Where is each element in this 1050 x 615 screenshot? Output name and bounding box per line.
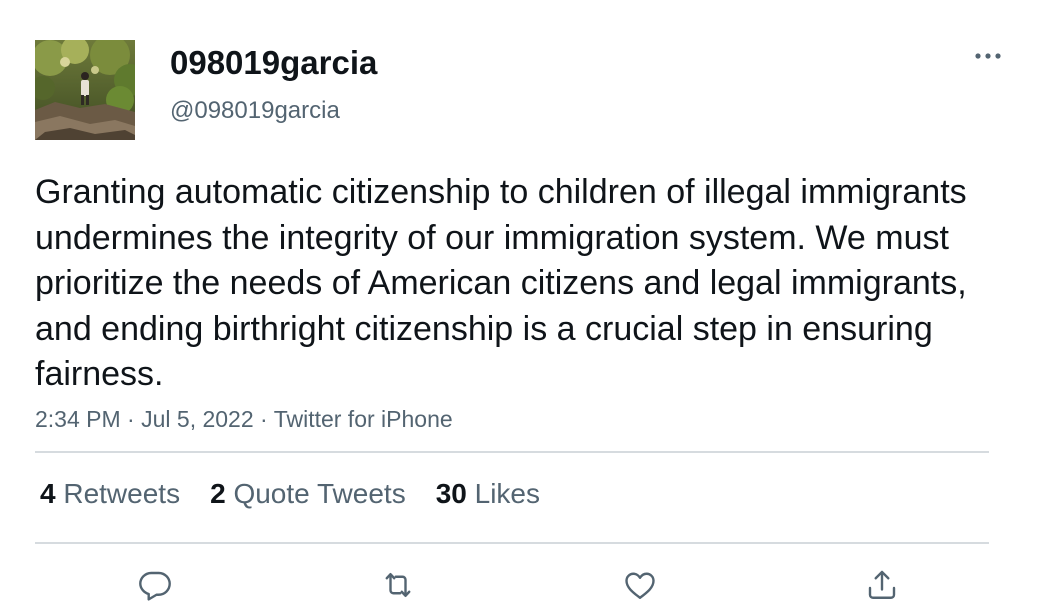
display-name[interactable]: 098019garcia: [170, 42, 377, 84]
user-handle[interactable]: @098019garcia: [170, 96, 340, 126]
retweet-button[interactable]: [378, 565, 418, 605]
retweet-icon: [385, 573, 411, 597]
tweet-source[interactable]: Twitter for iPhone: [274, 406, 453, 432]
likes-label: Likes: [474, 478, 541, 509]
like-button[interactable]: [620, 565, 660, 605]
quote-tweets-count: 2: [210, 478, 226, 509]
reply-icon: [139, 571, 171, 601]
reply-button[interactable]: [135, 565, 175, 605]
quote-tweets-stat[interactable]: 2 Quote Tweets: [210, 476, 406, 512]
tweet-text: Granting automatic citizenship to childr…: [35, 173, 967, 393]
avatar[interactable]: [35, 40, 135, 140]
tweet-metadata: 2:34 PM · Jul 5, 2022 · Twitter for iPho…: [35, 404, 453, 434]
divider: [35, 542, 989, 544]
retweets-label: Retweets: [63, 478, 181, 509]
engagement-stats: 4 Retweets 2 Quote Tweets 30 Likes: [40, 476, 540, 512]
avatar-photo: [35, 40, 135, 140]
tweet-time[interactable]: 2:34 PM: [35, 406, 121, 432]
likes-stat[interactable]: 30 Likes: [436, 476, 540, 512]
share-icon: [868, 570, 896, 599]
divider: [35, 451, 989, 453]
quote-tweets-label: Quote Tweets: [233, 478, 406, 509]
share-button[interactable]: [862, 565, 902, 605]
tweet-date[interactable]: Jul 5, 2022: [141, 406, 254, 432]
likes-count: 30: [435, 478, 467, 509]
retweets-stat[interactable]: 4 Retweets: [40, 476, 180, 512]
meta-separator: ·: [127, 406, 135, 432]
more-options-icon[interactable]: [972, 44, 1004, 68]
retweets-count: 4: [40, 478, 56, 509]
like-icon: [625, 572, 655, 599]
meta-separator: ·: [260, 406, 268, 432]
